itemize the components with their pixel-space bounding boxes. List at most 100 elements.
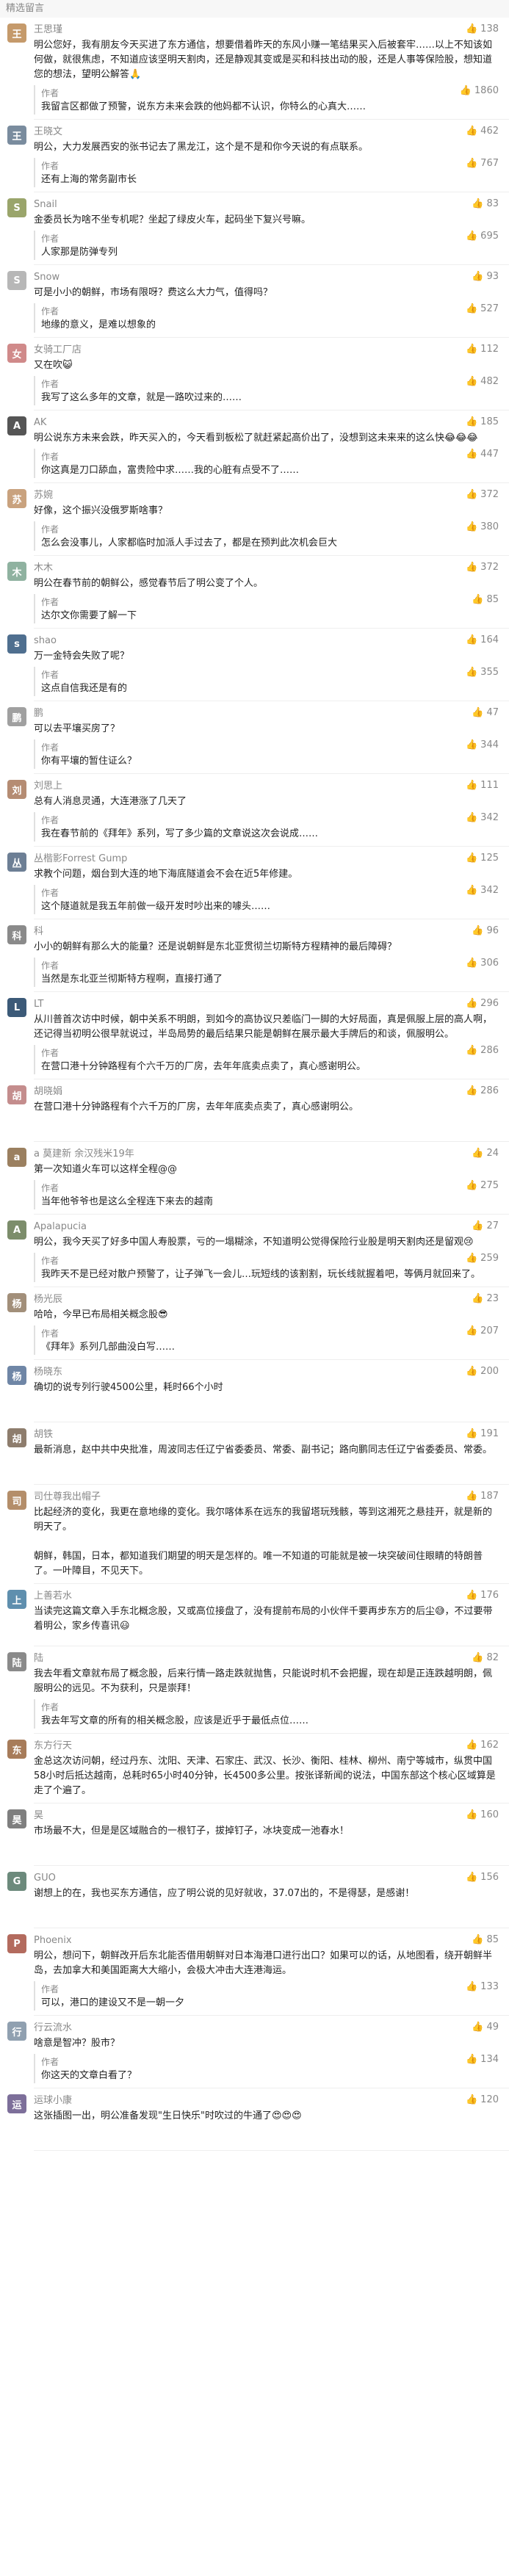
comment-text: 小小的朝鲜有那么大的能量？还是说朝鲜是东北亚贯彻兰切斯特方程精神的最后障碍？ [34,941,397,952]
like-button[interactable]: 👍 23 [472,1293,499,1304]
avatar[interactable]: 胡 [7,1085,26,1104]
thumb-up-icon: 👍 [465,1085,478,1096]
reply-like-button[interactable]: 👍 207 [466,1325,499,1336]
reply-like-button[interactable]: 👍 1860 [460,85,499,96]
avatar[interactable]: A [7,416,26,435]
author-reply: 作者 👍 695 人家那是防弹专列 [34,231,499,260]
reply-like-button[interactable]: 👍 275 [466,1180,499,1191]
like-count: 372 [480,489,499,500]
like-button[interactable]: 👍 164 [466,634,499,645]
avatar[interactable]: 杨 [7,1293,26,1312]
reply-like-button[interactable]: 👍 447 [466,449,499,460]
like-button[interactable]: 👍 120 [466,2094,499,2105]
reply-like-button[interactable]: 👍 133 [466,1981,499,1992]
thumb-up-icon: 👍 [465,2094,478,2105]
avatar[interactable]: a [7,1148,26,1167]
comment-item: a 👍 24 a 莫建新 余汉残米19年 第一次知道火车可以这样全程@@ 作者 👍 275 当年… [0,1142,509,1214]
avatar[interactable]: 木 [7,562,26,581]
like-button[interactable]: 👍 96 [472,925,499,936]
like-button[interactable]: 👍 138 [466,23,499,35]
reply-like-button[interactable]: 👍 286 [466,1045,499,1056]
reply-like-button[interactable]: 👍 342 [466,812,499,823]
comment-text: 谢想上的在，我也买东方通信，应了明公说的见好就收，37.07出的，不是得瑟，是感… [34,1888,415,1899]
author-reply: 作者 👍 767 还有上海的常务副市长 [34,158,499,187]
like-button[interactable]: 👍 83 [472,198,499,209]
reply-like-button[interactable]: 👍 306 [466,958,499,969]
thumb-up-icon: 👍 [465,1491,478,1502]
like-button[interactable]: 👍 85 [472,1934,499,1945]
like-button[interactable]: 👍 82 [472,1652,499,1663]
avatar[interactable]: 杨 [7,1366,26,1385]
like-button[interactable]: 👍 185 [466,416,499,427]
reply-like-button[interactable]: 👍 342 [466,885,499,896]
avatar[interactable]: 昊 [7,1809,26,1828]
reply-like-count: 482 [480,376,499,387]
like-button[interactable]: 👍 200 [466,1366,499,1377]
like-button[interactable]: 👍 49 [472,2022,499,2033]
like-button[interactable]: 👍 24 [472,1148,499,1159]
thumb-up-icon: 👍 [465,449,478,460]
avatar[interactable]: 司 [7,1491,26,1510]
like-button[interactable]: 👍 176 [466,1590,499,1601]
avatar[interactable]: 行 [7,2022,26,2041]
reply-like-button[interactable]: 👍 134 [466,2054,499,2065]
like-button[interactable]: 👍 47 [472,707,499,718]
reply-like-button[interactable]: 👍 344 [466,739,499,750]
avatar[interactable]: 陆 [7,1652,26,1671]
comment-item: 行 👍 49 行云流水 啥意是智冲？股市？ 作者 👍 134 你这天的文章白看了？ [0,2016,509,2088]
reply-like-button[interactable]: 👍 259 [466,1253,499,1264]
comment-text: 从川普首次访中时候，朝中关系不明朗，到如今的高协议只差临门一脚的大好局面，真是佩… [34,1014,493,1040]
comment-item: 王 👍 138 王思瑾 明公您好，我有朋友今天买进了东方通信，想要借着昨天的东风小赚一笔… [0,18,509,119]
avatar[interactable]: A [7,1220,26,1240]
like-button[interactable]: 👍 462 [466,126,499,137]
reply-like-button[interactable]: 👍 85 [472,594,499,605]
avatar[interactable]: 丛 [7,853,26,872]
reply-like-button[interactable]: 👍 482 [466,376,499,387]
avatar[interactable]: 科 [7,925,26,944]
like-button[interactable]: 👍 156 [466,1872,499,1883]
like-button[interactable]: 👍 27 [472,1220,499,1231]
like-button[interactable]: 👍 111 [466,780,499,791]
comment-text: 明公，我今天买了好多中国人寿股票，亏的一塌糊涂，不知道明公觉得保险行业股是明天割… [34,1237,474,1248]
like-button[interactable]: 👍 160 [466,1809,499,1820]
like-button[interactable]: 👍 372 [466,562,499,573]
like-button[interactable]: 👍 187 [466,1491,499,1502]
like-button[interactable]: 👍 125 [466,853,499,864]
avatar[interactable]: 女 [7,344,26,363]
like-button[interactable]: 👍 372 [466,489,499,500]
avatar[interactable]: 运 [7,2094,26,2113]
avatar[interactable]: S [7,198,26,217]
like-button[interactable]: 👍 112 [466,344,499,355]
reply-text: 地缘的意义，是难以想象的 [41,319,156,330]
thumb-up-icon: 👍 [472,1220,484,1231]
avatar[interactable]: L [7,998,26,1017]
like-button[interactable]: 👍 296 [466,998,499,1009]
like-button[interactable]: 👍 93 [472,271,499,282]
avatar[interactable]: 苏 [7,489,26,508]
avatar[interactable]: P [7,1934,26,1953]
avatar[interactable]: 胡 [7,1428,26,1447]
reply-like-button[interactable]: 👍 695 [466,231,499,242]
like-button[interactable]: 👍 191 [466,1428,499,1439]
comment-text: 市场最不大，但是是区域融合的一根钉子，拔掉钉子，冰块变成一池春水！ [34,1826,350,1837]
like-button[interactable]: 👍 286 [466,1085,499,1096]
avatar[interactable]: 王 [7,23,26,43]
like-count: 24 [486,1148,499,1159]
comment-nickname: Phoenix [34,1935,72,1946]
like-count: 191 [480,1428,499,1439]
reply-like-button[interactable]: 👍 767 [466,158,499,169]
avatar[interactable]: G [7,1872,26,1891]
avatar[interactable]: S [7,271,26,290]
avatar[interactable]: 东 [7,1740,26,1759]
reply-like-button[interactable]: 👍 355 [466,667,499,678]
reply-like-button[interactable]: 👍 380 [466,521,499,532]
avatar[interactable]: 刘 [7,780,26,799]
like-button[interactable]: 👍 162 [466,1740,499,1751]
reply-like-button[interactable]: 👍 527 [466,303,499,314]
avatar[interactable]: s [7,634,26,654]
thumb-up-icon: 👍 [465,634,478,645]
avatar[interactable]: 鹏 [7,707,26,726]
reply-like-count: 342 [480,885,499,896]
avatar[interactable]: 上 [7,1590,26,1609]
avatar[interactable]: 王 [7,126,26,145]
